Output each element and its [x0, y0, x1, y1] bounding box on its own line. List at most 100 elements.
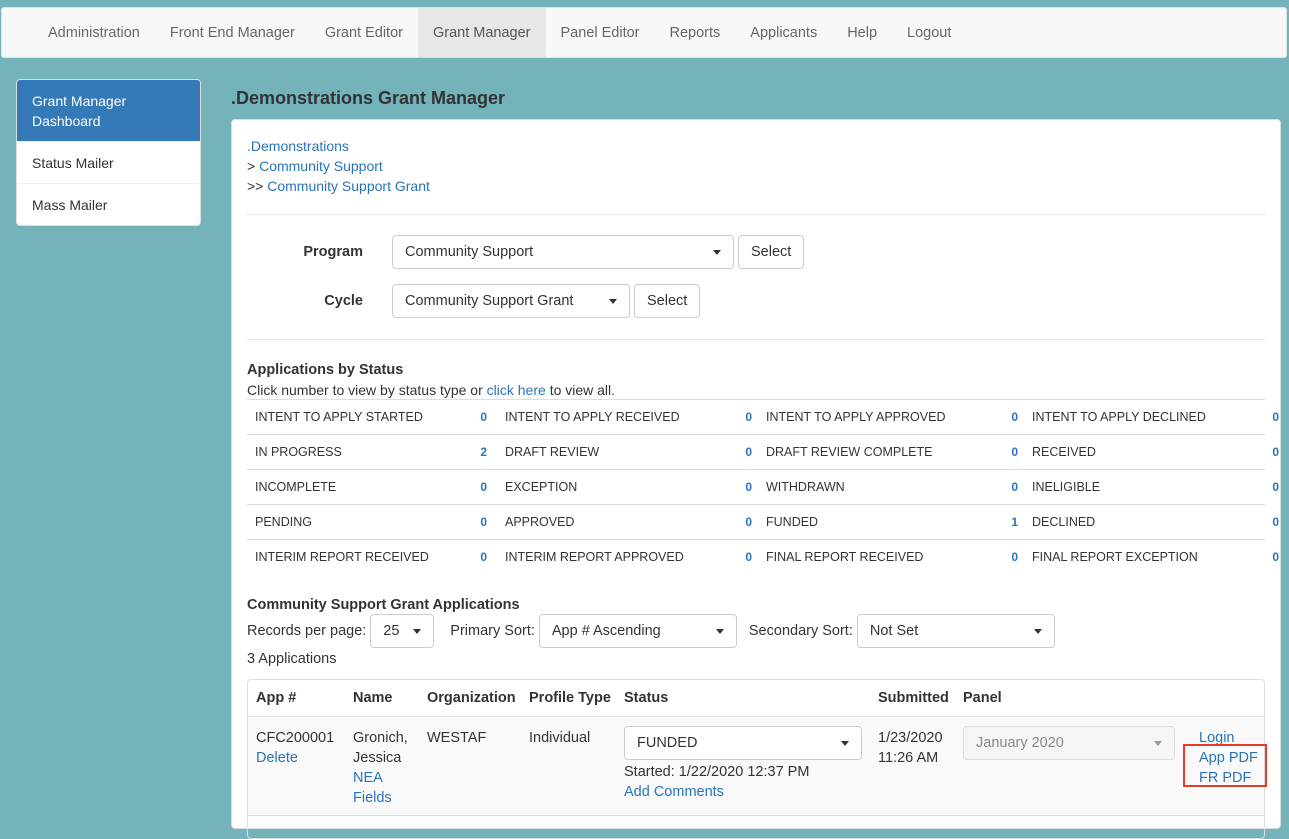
status-count-link[interactable]: 0: [732, 480, 752, 494]
delete-link[interactable]: Delete: [256, 750, 298, 766]
nav-applicants[interactable]: Applicants: [735, 8, 832, 57]
status-label: INTENT TO APPLY APPROVED: [766, 410, 946, 424]
nav-logout[interactable]: Logout: [892, 8, 966, 57]
status-cell: DRAFT REVIEW COMPLETE 0: [758, 445, 1024, 459]
status-count-link[interactable]: 0: [1259, 480, 1279, 494]
status-grid: INTENT TO APPLY STARTED 0 INTENT TO APPLY …: [247, 399, 1279, 574]
nea-fields-link-line1[interactable]: NEA: [353, 768, 408, 788]
cycle-select-button[interactable]: Select: [634, 284, 701, 318]
status-count-link[interactable]: 0: [998, 410, 1018, 424]
chevron-down-icon: [715, 628, 724, 634]
status-count-link[interactable]: 0: [1259, 410, 1279, 424]
nav-reports[interactable]: Reports: [655, 8, 736, 57]
status-count-link[interactable]: 0: [1259, 515, 1279, 529]
status-label: INELIGIBLE: [1032, 480, 1101, 494]
records-per-page-value: 25: [383, 623, 400, 639]
status-cell: DRAFT REVIEW 0: [497, 445, 758, 459]
sidebar-item-mass-mailer[interactable]: Mass Mailer: [17, 183, 200, 225]
status-count-link[interactable]: 0: [732, 410, 752, 424]
table-row: CFC200001 Delete Gronich, Jessica NEA Fi…: [248, 718, 1267, 816]
chevron-down-icon: [1154, 740, 1162, 746]
status-count-link[interactable]: 0: [732, 515, 752, 529]
applications-table: App # Name Organization Profile Type Sta…: [247, 679, 1267, 839]
app-number: CFC200001: [256, 730, 335, 746]
nav-administration[interactable]: Administration: [33, 8, 155, 57]
breadcrumb-program-link[interactable]: Community Support: [259, 158, 383, 174]
cell-app-no: CFC200001 Delete: [256, 728, 334, 768]
status-select-value: FUNDED: [637, 735, 698, 751]
status-count-link[interactable]: 1: [998, 515, 1018, 529]
status-cell: DECLINED 0: [1024, 515, 1279, 529]
status-count-link[interactable]: 0: [998, 445, 1018, 459]
column-header-panel[interactable]: Panel: [963, 690, 1002, 706]
status-label: DRAFT REVIEW: [505, 445, 600, 459]
nav-grant-manager[interactable]: Grant Manager: [417, 8, 546, 57]
status-label: FINAL REPORT RECEIVED: [766, 550, 924, 564]
nav-panel-editor[interactable]: Panel Editor: [546, 8, 655, 57]
primary-sort-select[interactable]: App # Ascending: [538, 614, 737, 648]
status-label: INTENT TO APPLY DECLINED: [1032, 410, 1206, 424]
column-header-organization[interactable]: Organization: [427, 690, 516, 706]
status-row: INTERIM REPORT RECEIVED 0 INTERIM REPORT A…: [247, 539, 1279, 574]
status-cell: IN PROGRESS 2: [247, 445, 497, 459]
nav-front-end-manager[interactable]: Front End Manager: [155, 8, 310, 57]
top-navbar: Administration Front End Manager Grant E…: [1, 7, 1287, 58]
status-count-link[interactable]: 0: [732, 550, 752, 564]
status-select[interactable]: FUNDED: [624, 726, 862, 760]
status-count-link[interactable]: 0: [1259, 445, 1279, 459]
cycle-select[interactable]: Community Support Grant: [392, 284, 630, 318]
status-count-link[interactable]: 0: [467, 550, 487, 564]
started-text: Started: 1/22/2020 12:37 PM: [624, 764, 810, 780]
status-count-link[interactable]: 2: [467, 445, 487, 459]
column-header-profile-type[interactable]: Profile Type: [529, 690, 611, 706]
status-count-link[interactable]: 0: [998, 550, 1018, 564]
cell-name: Gronich, Jessica NEA Fields: [353, 728, 408, 808]
panel-select[interactable]: January 2020: [963, 726, 1175, 760]
status-count-link[interactable]: 0: [467, 410, 487, 424]
breadcrumb-cycle-link[interactable]: Community Support Grant: [267, 178, 430, 194]
status-label: DECLINED: [1032, 515, 1096, 529]
table-header: App # Name Organization Profile Type Sta…: [248, 680, 1264, 717]
main-panel: .Demonstrations > Community Support >> C…: [231, 119, 1281, 839]
sidebar-item-grant-manager-dashboard[interactable]: Grant Manager Dashboard: [17, 80, 200, 141]
status-count-link[interactable]: 0: [467, 515, 487, 529]
status-cell: INTENT TO APPLY APPROVED 0: [758, 410, 1024, 424]
status-label: INTERIM REPORT RECEIVED: [255, 550, 429, 564]
status-cell: INTERIM REPORT APPROVED 0: [497, 550, 758, 564]
program-select[interactable]: Community Support: [392, 235, 734, 269]
status-cell: WITHDRAWN 0: [758, 480, 1024, 494]
column-header-name[interactable]: Name: [353, 690, 393, 706]
status-cell: FINAL REPORT EXCEPTION 0: [1024, 550, 1279, 564]
program-select-button[interactable]: Select: [738, 235, 805, 269]
apps-controls: Records per page: 25 Primary Sort: App #…: [247, 614, 1055, 648]
column-header-app-no[interactable]: App #: [256, 690, 296, 706]
view-all-link[interactable]: click here: [487, 382, 546, 398]
status-cell: FINAL REPORT RECEIVED 0: [758, 550, 1024, 564]
nav-help[interactable]: Help: [832, 8, 892, 57]
program-label: Program: [303, 244, 363, 260]
sidebar-item-status-mailer[interactable]: Status Mailer: [17, 141, 200, 183]
nea-fields-link-line2[interactable]: Fields: [353, 788, 408, 808]
column-header-submitted[interactable]: Submitted: [878, 690, 949, 706]
status-count-link[interactable]: 0: [998, 480, 1018, 494]
nav-grant-editor[interactable]: Grant Editor: [310, 8, 418, 57]
status-label: INCOMPLETE: [255, 480, 337, 494]
status-count-link[interactable]: 0: [732, 445, 752, 459]
chevron-down-icon: [1033, 628, 1042, 634]
breadcrumb-org-link[interactable]: .Demonstrations: [247, 138, 349, 154]
status-count-link[interactable]: 0: [467, 480, 487, 494]
chevron-down-icon: [713, 249, 721, 255]
secondary-sort-select[interactable]: Not Set: [856, 614, 1055, 648]
status-cell: INTENT TO APPLY RECEIVED 0: [497, 410, 758, 424]
divider: [247, 339, 1265, 340]
add-comments-link[interactable]: Add Comments: [624, 784, 724, 800]
status-cell: APPROVED 0: [497, 515, 758, 529]
cycle-select-value: Community Support Grant: [405, 293, 574, 309]
records-per-page-label: Records per page:: [247, 623, 367, 639]
applicant-name-line1: Gronich,: [353, 730, 408, 746]
status-count-link[interactable]: 0: [1259, 550, 1279, 564]
status-label: INTERIM REPORT APPROVED: [505, 550, 684, 564]
chevron-down-icon: [841, 740, 849, 746]
records-per-page-select[interactable]: 25: [370, 614, 435, 648]
column-header-status[interactable]: Status: [624, 690, 668, 706]
